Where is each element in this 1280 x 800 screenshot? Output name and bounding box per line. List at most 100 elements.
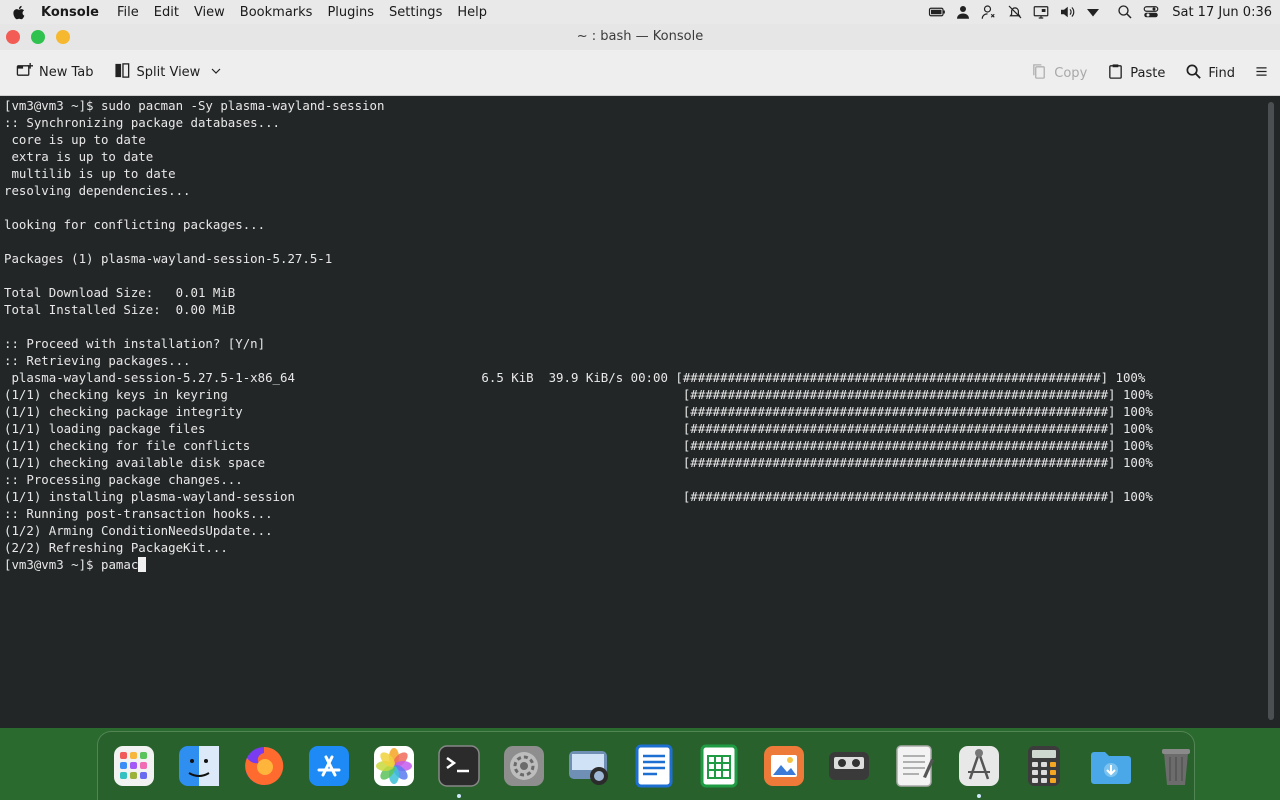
dock-item[interactable] — [501, 743, 547, 789]
media-player-icon — [829, 752, 869, 780]
menubar-clock[interactable]: Sat 17 Jun 0:36 — [1172, 5, 1272, 20]
menu-view[interactable]: View — [194, 5, 225, 20]
chevron-down-icon[interactable] — [210, 65, 222, 81]
terminal-line: [vm3@vm3 ~]$ sudo pacman -Sy plasma-wayl… — [4, 98, 385, 113]
top-menubar: Konsole File Edit View Bookmarks Plugins… — [0, 0, 1280, 24]
volume-icon[interactable] — [1054, 0, 1080, 24]
new-tab-button[interactable]: New Tab — [16, 62, 94, 83]
dock-item[interactable] — [826, 743, 872, 789]
paste-icon — [1107, 63, 1124, 84]
paste-button[interactable]: Paste — [1107, 63, 1165, 84]
hamburger-menu-icon — [1255, 65, 1268, 82]
screenshot-tool-icon — [959, 746, 999, 786]
terminal-view[interactable]: [vm3@vm3 ~]$ sudo pacman -Sy plasma-wayl… — [0, 96, 1262, 728]
copy-label: Copy — [1054, 65, 1088, 81]
running-indicator — [457, 794, 461, 798]
terminal-input[interactable]: pamac — [101, 557, 138, 572]
dock-item[interactable] — [371, 743, 417, 789]
dock-item[interactable] — [891, 743, 937, 789]
document-writer-icon — [635, 744, 673, 788]
dock — [97, 731, 1195, 800]
new-tab-label: New Tab — [39, 65, 94, 80]
menu-file[interactable]: File — [117, 5, 139, 20]
finder-icon — [179, 746, 219, 786]
window-controls — [6, 30, 70, 44]
scrollbar-thumb[interactable] — [1268, 102, 1274, 720]
terminal-line: (1/1) installing plasma-wayland-session … — [4, 489, 1153, 504]
terminal-line: (1/1) checking for file conflicts [#####… — [4, 438, 1153, 453]
network-icon[interactable] — [1080, 0, 1106, 24]
minimize-window-button[interactable] — [56, 30, 70, 44]
terminal-line: (1/2) Arming ConditionNeedsUpdate... — [4, 523, 273, 538]
dock-item[interactable] — [566, 743, 612, 789]
terminal-line: (1/1) checking keys in keyring [########… — [4, 387, 1153, 402]
dock-item[interactable] — [436, 743, 482, 798]
control-center-icon[interactable] — [1138, 0, 1164, 24]
menu-help[interactable]: Help — [457, 5, 487, 20]
dock-item[interactable] — [1021, 743, 1067, 789]
hamburger-menu-button[interactable] — [1255, 65, 1268, 82]
menubar-app-name[interactable]: Konsole — [41, 5, 99, 20]
image-capture-icon — [569, 751, 608, 785]
menu-settings[interactable]: Settings — [389, 5, 442, 20]
menu-bookmarks[interactable]: Bookmarks — [240, 5, 313, 20]
dock-item[interactable] — [956, 743, 1002, 798]
system-tray: Sat 17 Jun 0:36 — [924, 0, 1280, 24]
dock-item[interactable] — [111, 743, 157, 789]
user-icon[interactable] — [950, 0, 976, 24]
copy-button[interactable]: Copy — [1031, 63, 1087, 84]
apple-menu-icon[interactable] — [9, 2, 29, 22]
search-icon[interactable] — [1112, 0, 1138, 24]
spreadsheet-icon — [700, 744, 738, 788]
dock-item[interactable] — [176, 743, 222, 789]
terminal-icon — [438, 745, 480, 787]
terminal-line: (1/1) checking available disk space [###… — [4, 455, 1153, 470]
split-view-label: Split View — [136, 65, 201, 80]
battery-icon[interactable] — [924, 0, 950, 24]
dock-item[interactable] — [761, 743, 807, 789]
konsole-toolbar: New Tab Split View Copy Paste Find — [0, 50, 1280, 96]
maximize-window-button[interactable] — [31, 30, 45, 44]
terminal-line: core is up to date — [4, 132, 146, 147]
window-titlebar[interactable]: ~ : bash — Konsole — [0, 24, 1280, 50]
terminal-line: :: Processing package changes... — [4, 472, 243, 487]
konsole-window: ~ : bash — Konsole New Tab Split View Co… — [0, 24, 1280, 728]
terminal-scrollbar[interactable] — [1262, 96, 1280, 728]
terminal-line: Total Download Size: 0.01 MiB — [4, 285, 236, 300]
terminal-line: multilib is up to date — [4, 166, 176, 181]
menu-edit[interactable]: Edit — [154, 5, 179, 20]
trash-icon — [1162, 749, 1190, 785]
image-viewer-icon — [764, 746, 804, 786]
find-button[interactable]: Find — [1185, 63, 1235, 84]
user-switch-icon[interactable] — [976, 0, 1002, 24]
display-icon[interactable] — [1028, 0, 1054, 24]
paste-label: Paste — [1130, 65, 1166, 81]
terminal-line: (1/1) loading package files [###########… — [4, 421, 1153, 436]
dock-item[interactable] — [631, 743, 677, 789]
dock-item[interactable] — [241, 743, 287, 789]
terminal-line: (2/2) Refreshing PackageKit... — [4, 540, 228, 555]
terminal-line: resolving dependencies... — [4, 183, 191, 198]
find-label: Find — [1208, 65, 1235, 81]
dock-item[interactable] — [1153, 743, 1199, 789]
terminal-line: :: Retrieving packages... — [4, 353, 191, 368]
terminal-history: [vm3@vm3 ~]$ sudo pacman -Sy plasma-wayl… — [4, 98, 1153, 555]
terminal-line: looking for conflicting packages... — [4, 217, 266, 232]
split-view-button[interactable]: Split View — [114, 62, 223, 83]
terminal-line: :: Synchronizing package databases... — [4, 115, 281, 130]
photos-icon — [374, 746, 414, 786]
menu-plugins[interactable]: Plugins — [327, 5, 374, 20]
dock-item[interactable] — [306, 743, 352, 789]
new-tab-icon — [16, 62, 33, 83]
find-icon — [1185, 63, 1202, 84]
dock-item[interactable] — [1088, 743, 1134, 789]
terminal-line: extra is up to date — [4, 149, 154, 164]
system-settings-icon — [504, 746, 544, 786]
text-editor-icon — [896, 745, 934, 787]
terminal-line: :: Proceed with installation? [Y/n] — [4, 336, 266, 351]
dock-item[interactable] — [696, 743, 742, 789]
terminal-line: (1/1) checking package integrity [######… — [4, 404, 1153, 419]
notifications-off-icon[interactable] — [1002, 0, 1028, 24]
terminal-line: plasma-wayland-session-5.27.5-1-x86_64 6… — [4, 370, 1146, 385]
close-window-button[interactable] — [6, 30, 20, 44]
